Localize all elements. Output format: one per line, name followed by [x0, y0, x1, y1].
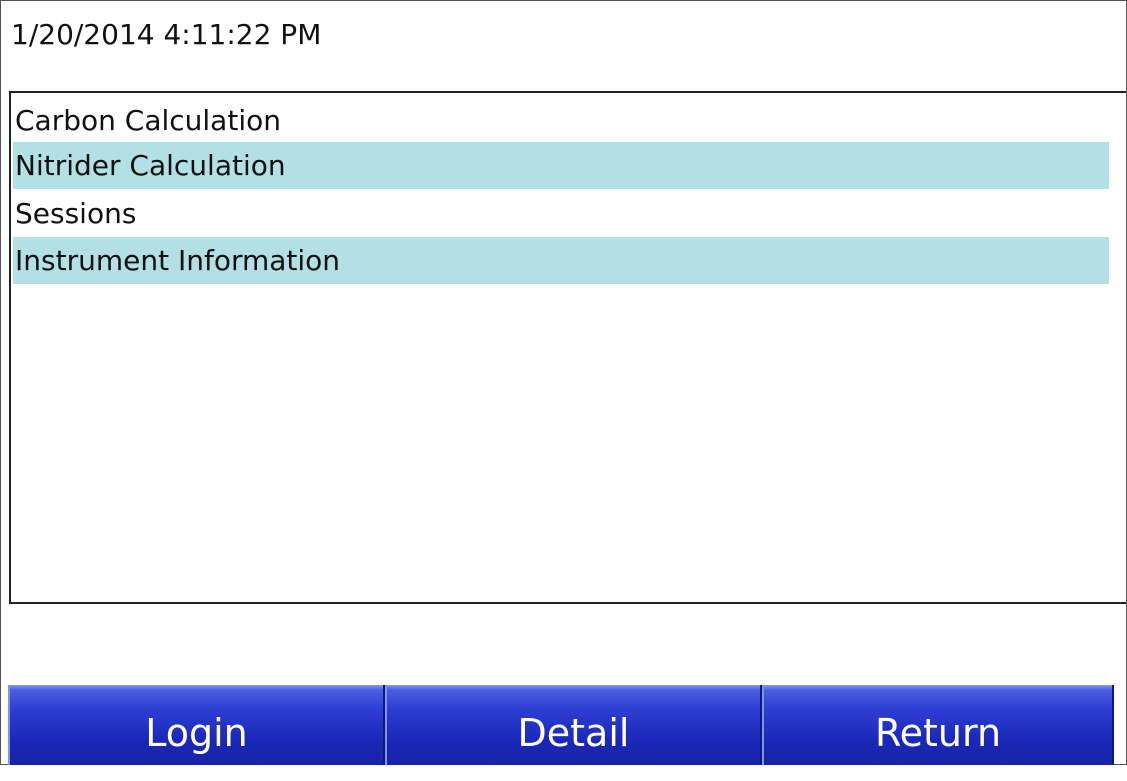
- return-button[interactable]: Return: [762, 685, 1114, 765]
- list-item-nitrider-calculation[interactable]: Nitrider Calculation: [13, 142, 1109, 189]
- login-button[interactable]: Login: [8, 685, 385, 765]
- timestamp: 1/20/2014 4:11:22 PM: [11, 18, 322, 51]
- detail-button[interactable]: Detail: [385, 685, 762, 765]
- list-item-carbon-calculation[interactable]: Carbon Calculation: [13, 97, 1109, 144]
- button-bar: Login Detail Return: [0, 685, 1127, 765]
- menu-list: Carbon Calculation Nitrider Calculation …: [9, 91, 1126, 604]
- screen-frame: 1/20/2014 4:11:22 PM Carbon Calculation …: [0, 0, 1127, 765]
- list-item-instrument-information[interactable]: Instrument Information: [13, 237, 1109, 284]
- list-item-sessions[interactable]: Sessions: [13, 190, 1109, 237]
